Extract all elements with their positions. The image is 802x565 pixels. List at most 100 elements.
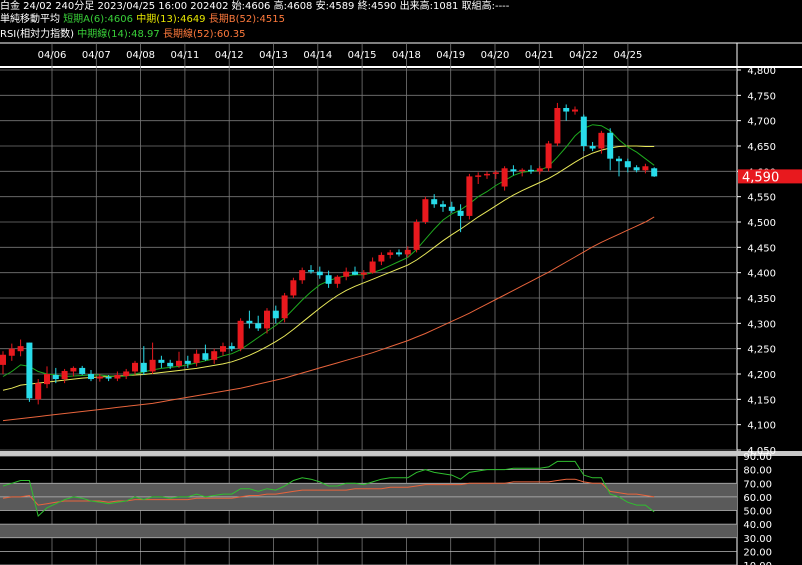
candle-body bbox=[598, 132, 605, 149]
candle-up bbox=[70, 366, 77, 377]
rsi-tick-label: 60.00 bbox=[743, 493, 772, 504]
candle-up bbox=[466, 173, 473, 220]
candle-up bbox=[0, 351, 6, 374]
candle-body bbox=[316, 271, 323, 276]
candle-up bbox=[484, 171, 490, 179]
candle-body bbox=[572, 109, 578, 112]
candle-body bbox=[528, 169, 534, 172]
candle-body bbox=[176, 360, 182, 366]
candle-body bbox=[70, 367, 77, 372]
candle-body bbox=[220, 346, 226, 352]
candle-body bbox=[96, 376, 103, 379]
candle-body bbox=[651, 168, 658, 177]
candle-body bbox=[501, 168, 508, 187]
rsi-tick-label: 90.00 bbox=[743, 452, 772, 463]
candle-body bbox=[114, 375, 121, 379]
candle-body bbox=[554, 108, 561, 144]
rsi-tick-label: 10.00 bbox=[743, 561, 772, 565]
price-tick-label: 4,450 bbox=[747, 243, 776, 254]
candle-up bbox=[475, 172, 482, 184]
price-tick-label: 4,700 bbox=[747, 117, 776, 128]
candle-up bbox=[299, 267, 306, 284]
candle-up bbox=[114, 371, 121, 382]
candle-body bbox=[264, 310, 270, 329]
candle-body bbox=[8, 348, 15, 356]
candle-up bbox=[598, 130, 605, 154]
candle-body bbox=[272, 310, 279, 319]
candle-down bbox=[580, 114, 587, 152]
candle-body bbox=[52, 375, 59, 380]
candle-body bbox=[281, 295, 288, 319]
candle-body bbox=[440, 204, 446, 207]
candle-up bbox=[8, 343, 15, 361]
candle-body bbox=[536, 168, 543, 172]
candle-body bbox=[607, 132, 614, 159]
candle-up bbox=[211, 348, 218, 364]
candle-up bbox=[61, 368, 68, 384]
candle-down bbox=[26, 342, 33, 402]
candle-body bbox=[519, 169, 526, 172]
rsi-tick-label: 40.00 bbox=[743, 520, 772, 531]
candle-up bbox=[44, 366, 50, 389]
date-label: 04/18 bbox=[392, 50, 421, 61]
candle-body bbox=[334, 276, 341, 284]
price-tick-label: 4,250 bbox=[747, 345, 776, 356]
candle-down bbox=[448, 201, 455, 213]
candle-body bbox=[352, 271, 358, 275]
candle-up bbox=[237, 318, 244, 352]
candle-up bbox=[545, 140, 552, 172]
candle-body bbox=[616, 158, 622, 162]
candle-up bbox=[334, 275, 341, 288]
candle-up bbox=[572, 106, 578, 115]
candle-up bbox=[176, 351, 182, 368]
candle-body bbox=[167, 362, 174, 367]
date-label: 04/15 bbox=[348, 50, 377, 61]
date-label: 04/19 bbox=[436, 50, 465, 61]
candle-down bbox=[616, 156, 622, 177]
candle-body bbox=[193, 353, 200, 363]
candle-down bbox=[79, 365, 86, 376]
candle-up bbox=[378, 252, 385, 266]
candle-body bbox=[202, 353, 209, 360]
candle-up bbox=[536, 166, 543, 175]
date-label: 04/13 bbox=[259, 50, 288, 61]
candle-body bbox=[299, 270, 306, 281]
candle-body bbox=[132, 362, 138, 372]
candle-body bbox=[404, 249, 411, 255]
price-axis: 4,8004,7504,7004,6504,6004,5504,5004,450… bbox=[737, 66, 776, 457]
candle-down bbox=[246, 310, 253, 329]
candle-up bbox=[343, 267, 350, 281]
price-tick-label: 4,300 bbox=[747, 319, 776, 330]
candle-up bbox=[554, 102, 561, 146]
candle-body bbox=[580, 116, 587, 146]
candle-down bbox=[528, 165, 534, 174]
date-axis: 04/06 04/07 04/08 04/11 04/12 04/13 04/14 04/15… bbox=[38, 50, 643, 61]
candle-body bbox=[149, 359, 156, 372]
candle-body bbox=[387, 252, 394, 255]
candle-body bbox=[431, 199, 438, 205]
panel-divider bbox=[0, 451, 802, 456]
candle-up bbox=[149, 342, 156, 374]
candle-body bbox=[325, 275, 332, 284]
candle-body bbox=[484, 173, 490, 176]
candle-body bbox=[123, 371, 130, 377]
candle-body bbox=[35, 383, 42, 400]
date-label: 04/11 bbox=[170, 50, 199, 61]
price-tick-label: 4,350 bbox=[747, 294, 776, 305]
rsi-panel: 90.00 80.00 70.00 60.00 50.00 40.00 30.00 20.00… bbox=[0, 452, 772, 565]
candles bbox=[0, 102, 658, 405]
rsi-tick-label: 70.00 bbox=[743, 479, 772, 490]
date-label: 04/06 bbox=[38, 50, 67, 61]
candle-up bbox=[123, 368, 130, 380]
candle-body bbox=[140, 362, 147, 372]
candle-down bbox=[158, 355, 165, 368]
rsi-band bbox=[0, 524, 737, 538]
candle-down bbox=[184, 355, 191, 368]
price-tick-label: 4,400 bbox=[747, 269, 776, 280]
candle-up bbox=[17, 339, 24, 357]
candle-down bbox=[440, 200, 446, 212]
candle-body bbox=[79, 367, 86, 374]
candle-body bbox=[255, 323, 262, 329]
candle-body bbox=[589, 146, 596, 149]
candle-body bbox=[642, 166, 649, 171]
